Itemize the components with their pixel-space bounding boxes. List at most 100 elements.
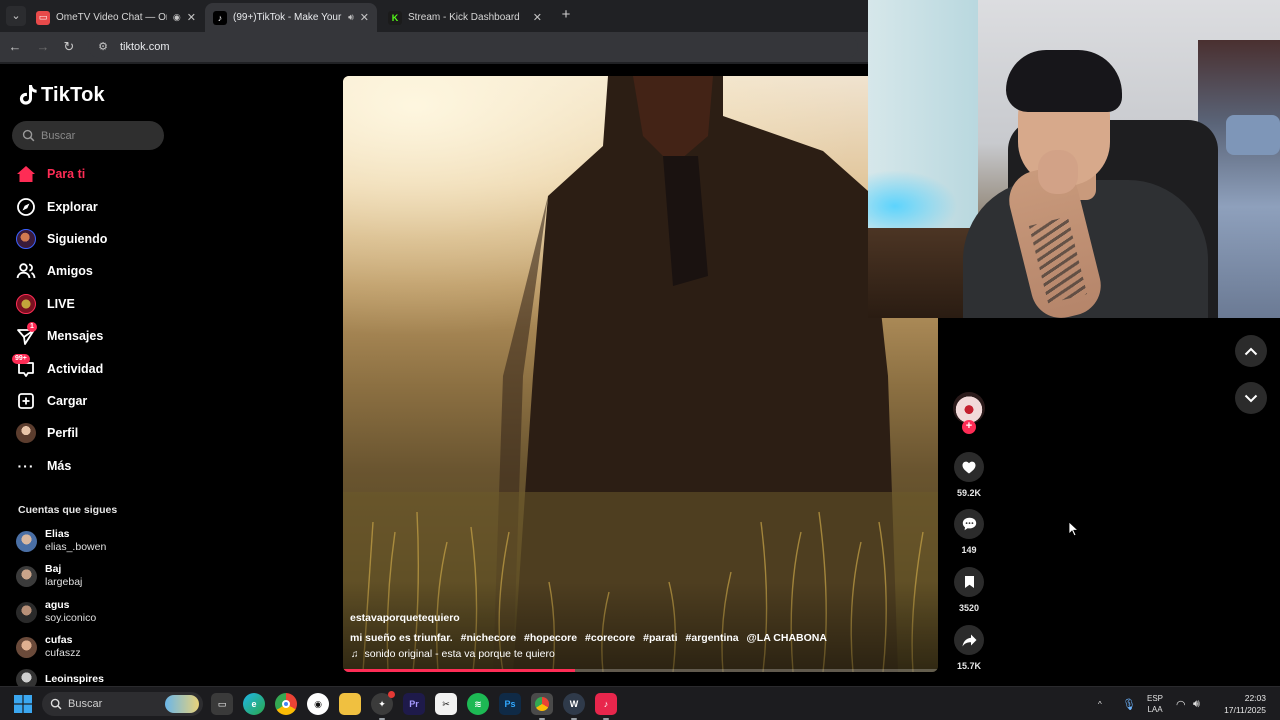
following-account[interactable]: Elias elias_.bowen <box>16 528 166 554</box>
share-icon <box>954 625 984 655</box>
video-author[interactable]: estavaporquetequiero <box>350 612 460 624</box>
kick-favicon-icon: K <box>388 10 402 25</box>
comment-button[interactable]: 149 <box>948 509 990 555</box>
sidebar-item-label: Explorar <box>47 199 98 214</box>
sidebar-item-mensajes[interactable]: 1 Mensajes <box>14 320 174 352</box>
hashtag-link[interactable]: #parati <box>643 632 677 644</box>
hashtag-link[interactable]: #hopecore <box>524 632 577 644</box>
search-input[interactable] <box>41 129 151 142</box>
url-text[interactable]: tiktok.com <box>120 41 170 53</box>
account-name: Leoinspires <box>45 673 104 685</box>
sidebar-item-live[interactable]: LIVE <box>14 288 174 320</box>
search-highlight-icon <box>165 695 199 713</box>
edge-icon[interactable]: e <box>243 693 265 715</box>
app-with-notification-icon[interactable]: ✦ <box>371 691 395 720</box>
hashtag-link[interactable]: #corecore <box>585 632 635 644</box>
clock-date: 17/11/2025 <box>1224 705 1266 715</box>
microphone-icon[interactable]: 🎙︎ <box>1122 687 1136 720</box>
chrome-icon[interactable] <box>275 693 297 715</box>
tiktok-logo[interactable]: TikTok <box>18 83 105 107</box>
sidebar-item-explorar[interactable]: Explorar <box>14 190 174 222</box>
sidebar-item-mas[interactable]: ··· Más <box>14 450 174 482</box>
tab-search-button[interactable]: ⌄ <box>6 6 26 26</box>
avatar <box>16 636 37 658</box>
recording-icon: ◉ <box>172 12 181 22</box>
new-tab-button[interactable]: + <box>556 6 576 26</box>
following-avatar-icon <box>14 227 38 251</box>
reload-icon[interactable]: ↻ <box>60 38 78 56</box>
hashtag-link[interactable]: #nichecore <box>461 632 516 644</box>
sidebar-item-actividad[interactable]: 99+ Actividad <box>12 352 174 384</box>
caption-text: mi sueño es triunfar. <box>350 632 453 644</box>
following-account[interactable]: cufas cufaszz <box>16 634 166 660</box>
following-account[interactable]: Baj largebaj <box>16 563 166 589</box>
hashtag-link[interactable]: #argentina <box>686 632 739 644</box>
close-tab-icon[interactable]: ✕ <box>533 11 542 24</box>
chevron-down-icon <box>1244 394 1258 402</box>
tab-title: Stream - Kick Dashboard <box>408 12 520 23</box>
video-progress-bar[interactable] <box>343 669 938 672</box>
sidebar-item-amigos[interactable]: Amigos <box>14 255 174 287</box>
tab-ometv[interactable]: ▭ OmeTV Video Chat — Ome ◉ ✕ <box>28 3 204 32</box>
previous-video-button[interactable] <box>1235 335 1267 367</box>
tab-title: (99+)TikTok - Make Your D <box>233 12 343 23</box>
taskbar-search[interactable]: Buscar <box>42 692 203 716</box>
messages-badge: 1 <box>27 322 37 333</box>
windows-start-icon[interactable] <box>14 695 32 713</box>
capcut-icon[interactable]: ✂ <box>435 693 457 715</box>
taskbar-clock[interactable]: 22:03 17/11/2025 <box>1224 692 1266 716</box>
chrome-running-icon[interactable] <box>531 693 553 720</box>
forward-arrow-icon[interactable]: → <box>34 38 52 56</box>
sidebar-item-perfil[interactable]: Perfil <box>14 417 174 449</box>
sidebar-item-para-ti[interactable]: Para ti <box>14 158 174 190</box>
account-handle: cufaszz <box>45 647 81 659</box>
webcam-person-hair <box>1006 50 1122 112</box>
premiere-pro-icon[interactable]: Pr <box>403 693 425 715</box>
profile-avatar-icon <box>14 421 38 445</box>
photoshop-icon[interactable]: Ps <box>499 693 521 715</box>
tray-overflow-icon[interactable]: ^ <box>1098 687 1102 720</box>
close-tab-icon[interactable]: ✕ <box>187 11 196 24</box>
follow-plus-button[interactable]: + <box>962 420 976 434</box>
task-view-icon[interactable]: ▭ <box>211 693 233 715</box>
tab-kick[interactable]: K Stream - Kick Dashboard ✕ <box>380 3 550 32</box>
following-section-title: Cuentas que sigues <box>18 504 118 516</box>
share-button[interactable]: 15.7K <box>948 625 990 671</box>
omnibox[interactable]: ⚙ tiktok.com <box>88 36 858 58</box>
activity-icon: 99+ <box>12 353 38 381</box>
back-arrow-icon[interactable]: ← <box>6 38 24 56</box>
video-music[interactable]: ♫ sonido original - esta va porque te qu… <box>351 648 555 660</box>
speaker-icon[interactable]: 🔊︎ <box>348 12 354 23</box>
avatar <box>16 601 37 623</box>
site-info-icon[interactable]: ⚙ <box>94 38 112 56</box>
spotify-icon[interactable]: ≋ <box>467 693 489 715</box>
sidebar-nav: Para ti Explorar Siguiendo Amigos LIVE 1… <box>12 158 174 482</box>
webcam-led-glow <box>868 170 958 230</box>
like-button[interactable]: 59.2K <box>948 452 990 498</box>
obs-icon[interactable]: ◉ <box>307 693 329 715</box>
following-account[interactable]: agus soy.iconico <box>16 599 166 625</box>
home-icon <box>14 162 38 186</box>
volume-icon[interactable]: 🔊︎ <box>1193 687 1200 720</box>
wordpress-icon[interactable]: W <box>563 693 585 720</box>
account-name: agus <box>45 599 70 611</box>
sidebar-search[interactable] <box>12 121 164 150</box>
tab-tiktok[interactable]: ♪ (99+)TikTok - Make Your D 🔊︎ ✕ <box>205 3 377 32</box>
share-count: 15.7K <box>956 661 982 671</box>
save-button[interactable]: 3520 <box>948 567 990 613</box>
mention-link[interactable]: @LA CHABONA <box>747 632 827 644</box>
video-progress-fill <box>343 669 576 672</box>
upload-icon <box>14 389 38 413</box>
search-icon <box>50 698 62 710</box>
sidebar-item-cargar[interactable]: Cargar <box>14 385 174 417</box>
video-player[interactable]: estavaporquetequiero mi sueño es triunfa… <box>343 76 938 672</box>
wifi-icon[interactable]: ◠ <box>1176 687 1186 720</box>
language-indicator[interactable]: ESP LAA <box>1147 687 1163 720</box>
sidebar-item-siguiendo[interactable]: Siguiendo <box>14 223 174 255</box>
tiktok-app-icon[interactable]: ♪ <box>595 693 617 720</box>
windows-taskbar: Buscar ▭ e ◉ ✦ Pr ✂ ≋ Ps W ♪ ^ 🎙︎ ESP LA… <box>0 686 1280 720</box>
file-explorer-icon[interactable] <box>339 693 361 715</box>
close-tab-icon[interactable]: ✕ <box>360 11 369 24</box>
next-video-button[interactable] <box>1235 382 1267 414</box>
brand-wordmark: TikTok <box>41 83 105 106</box>
